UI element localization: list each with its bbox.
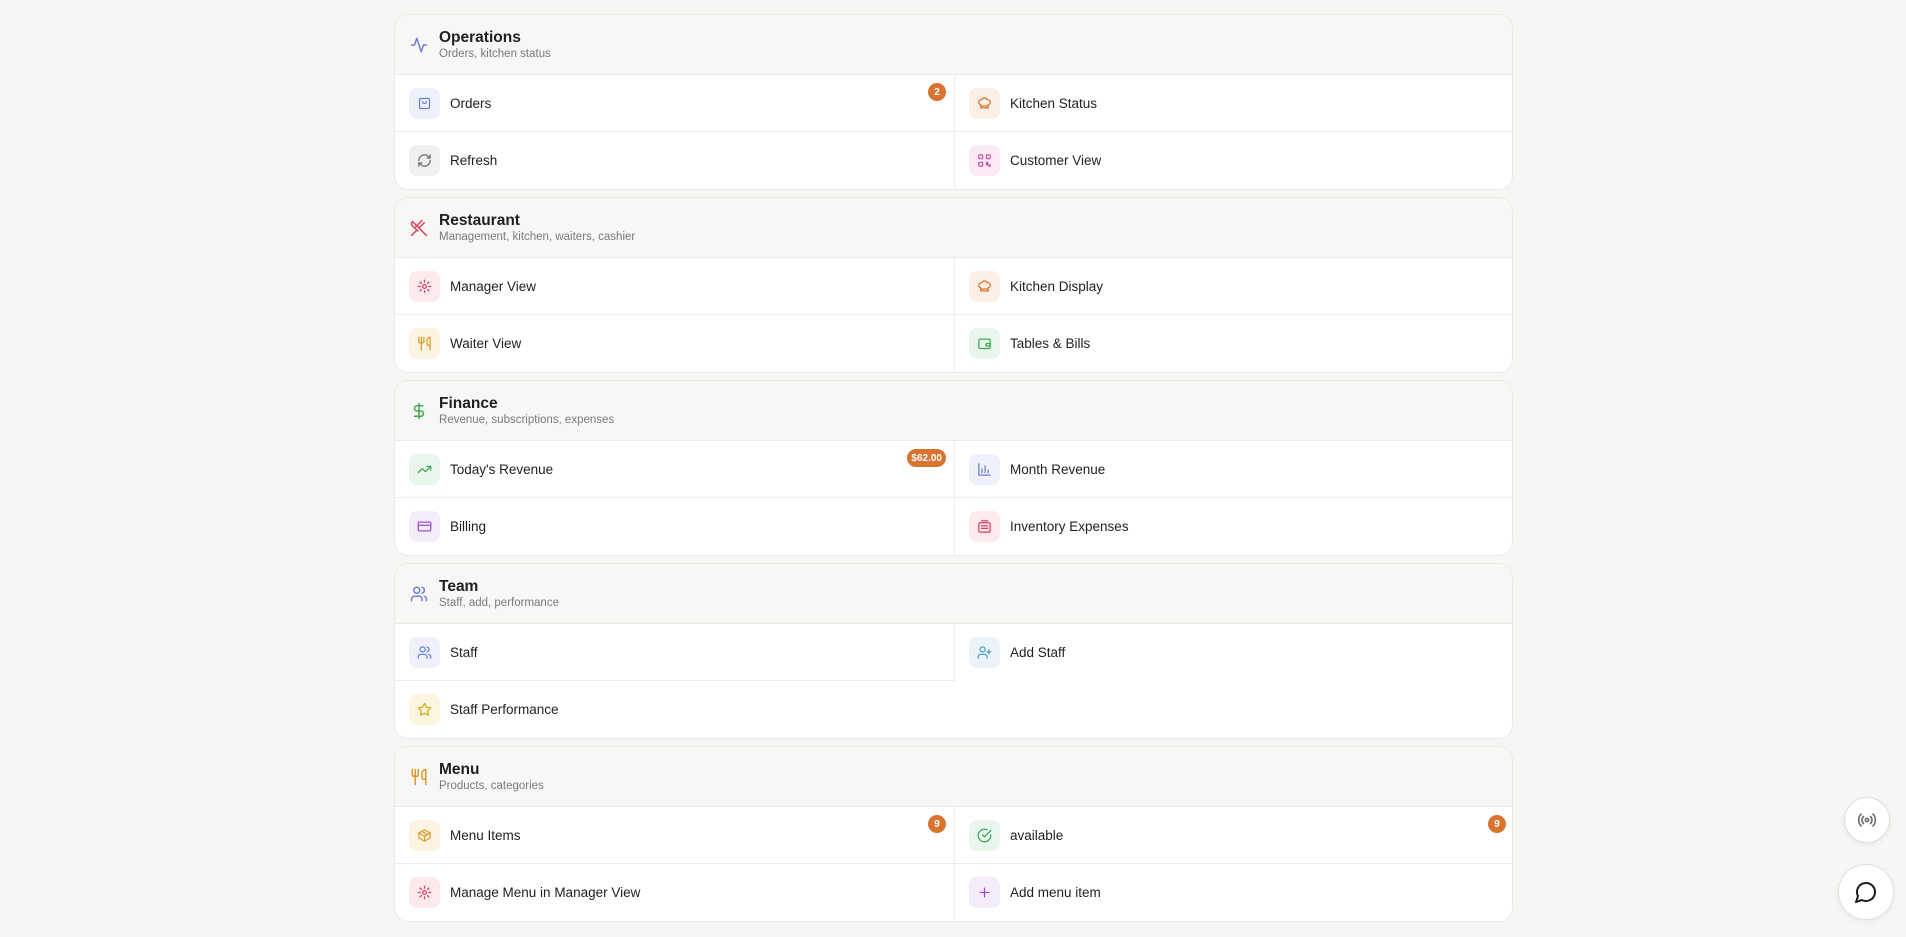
star-icon	[409, 694, 440, 725]
count-badge: 9	[1488, 815, 1506, 833]
check-circle-icon	[969, 819, 1000, 851]
item-label: Today's Revenue	[450, 461, 554, 477]
chat-bubble-icon	[1854, 880, 1878, 904]
count-badge: 2	[928, 83, 946, 101]
section-title: Restaurant	[439, 211, 520, 229]
waiter-view-link[interactable]: Waiter View	[395, 315, 955, 372]
staff-performance-link[interactable]: Staff Performance	[395, 681, 955, 738]
todays-revenue-link[interactable]: Today's Revenue $62.00	[395, 441, 955, 498]
item-label: Customer View	[1010, 153, 1102, 168]
trending-up-icon	[409, 453, 440, 485]
section-finance: Finance Revenue, subscriptions, expenses…	[394, 380, 1513, 556]
gear-icon	[409, 877, 440, 908]
amount-badge: $62.00	[907, 449, 946, 467]
plus-icon	[969, 877, 1000, 908]
users-icon	[409, 636, 440, 668]
customer-view-link[interactable]: Customer View	[955, 132, 1512, 189]
item-label: Staff Performance	[450, 702, 559, 717]
item-label: Kitchen Display	[1010, 278, 1104, 294]
chat-button[interactable]	[1838, 864, 1894, 920]
activity-icon	[409, 35, 429, 55]
radio-broadcast-icon	[1857, 810, 1877, 830]
tables-bills-link[interactable]: Tables & Bills	[955, 315, 1512, 372]
section-restaurant: Restaurant Management, kitchen, waiters,…	[394, 197, 1513, 373]
section-subtitle: Orders, kitchen status	[439, 47, 551, 60]
section-operations: Operations Orders, kitchen status Orders…	[394, 14, 1513, 190]
dollar-icon	[409, 401, 429, 421]
chef-hat-icon	[969, 270, 1000, 302]
item-label: Staff	[450, 644, 478, 660]
receipt-icon	[969, 511, 1000, 542]
refresh-button[interactable]: Refresh	[395, 132, 955, 189]
item-label: Manage Menu in Manager View	[450, 885, 641, 900]
section-header-team: Team Staff, add, performance	[395, 564, 1512, 624]
kitchen-status-link[interactable]: Kitchen Status	[955, 75, 1512, 132]
item-label: Billing	[450, 519, 487, 534]
item-label: Manager View	[450, 278, 537, 294]
staff-link[interactable]: Staff	[395, 624, 955, 681]
section-header-menu: Menu Products, categories	[395, 747, 1512, 807]
utensils-crossed-icon	[409, 218, 429, 238]
section-subtitle: Products, categories	[439, 779, 544, 792]
section-header-restaurant: Restaurant Management, kitchen, waiters,…	[395, 198, 1512, 258]
gear-icon	[409, 270, 440, 302]
user-plus-icon	[969, 637, 1000, 668]
section-subtitle: Staff, add, performance	[439, 596, 559, 609]
package-icon	[409, 819, 440, 851]
item-label: Inventory Expenses	[1010, 519, 1129, 534]
item-label: Waiter View	[450, 336, 522, 351]
item-label: Add Staff	[1010, 645, 1066, 660]
section-header-finance: Finance Revenue, subscriptions, expenses	[395, 381, 1512, 441]
dashboard-sections: Operations Orders, kitchen status Orders…	[394, 0, 1513, 929]
section-title: Menu	[439, 760, 480, 778]
item-label: Kitchen Status	[1010, 95, 1098, 111]
manage-menu-link[interactable]: Manage Menu in Manager View	[395, 864, 955, 921]
item-label: Month Revenue	[1010, 461, 1106, 477]
shopping-bag-icon	[409, 87, 440, 119]
section-header-operations: Operations Orders, kitchen status	[395, 15, 1512, 75]
section-subtitle: Revenue, subscriptions, expenses	[439, 413, 615, 426]
item-label: available	[1010, 827, 1064, 843]
item-label: Add menu item	[1010, 885, 1101, 900]
utensils-icon	[409, 767, 429, 787]
count-badge: 9	[928, 815, 946, 833]
item-label: Menu Items	[450, 827, 521, 843]
section-title: Team	[439, 577, 479, 595]
month-revenue-link[interactable]: Month Revenue	[955, 441, 1512, 498]
section-title: Finance	[439, 394, 498, 412]
wallet-icon	[969, 328, 1000, 359]
utensils-icon	[409, 328, 440, 359]
users-icon	[409, 584, 429, 604]
bar-chart-icon	[969, 453, 1000, 485]
section-team: Team Staff, add, performance Staff Add S…	[394, 563, 1513, 739]
orders-link[interactable]: Orders 2	[395, 75, 955, 132]
broadcast-button[interactable]	[1844, 797, 1890, 843]
billing-link[interactable]: Billing	[395, 498, 955, 555]
item-label: Tables & Bills	[1010, 336, 1091, 351]
empty-cell	[955, 681, 1512, 738]
available-link[interactable]: available 9	[955, 807, 1512, 864]
inventory-expenses-link[interactable]: Inventory Expenses	[955, 498, 1512, 555]
kitchen-display-link[interactable]: Kitchen Display	[955, 258, 1512, 315]
item-label: Orders	[450, 95, 492, 111]
manager-view-link[interactable]: Manager View	[395, 258, 955, 315]
add-menu-item-link[interactable]: Add menu item	[955, 864, 1512, 921]
credit-card-icon	[409, 511, 440, 542]
qr-code-icon	[969, 145, 1000, 176]
section-title: Operations	[439, 28, 521, 46]
section-subtitle: Management, kitchen, waiters, cashier	[439, 230, 636, 243]
refresh-icon	[409, 145, 440, 176]
add-staff-link[interactable]: Add Staff	[955, 624, 1512, 681]
item-label: Refresh	[450, 153, 498, 168]
menu-items-link[interactable]: Menu Items 9	[395, 807, 955, 864]
section-menu: Menu Products, categories Menu Items 9 a…	[394, 746, 1513, 922]
chef-hat-icon	[969, 87, 1000, 119]
